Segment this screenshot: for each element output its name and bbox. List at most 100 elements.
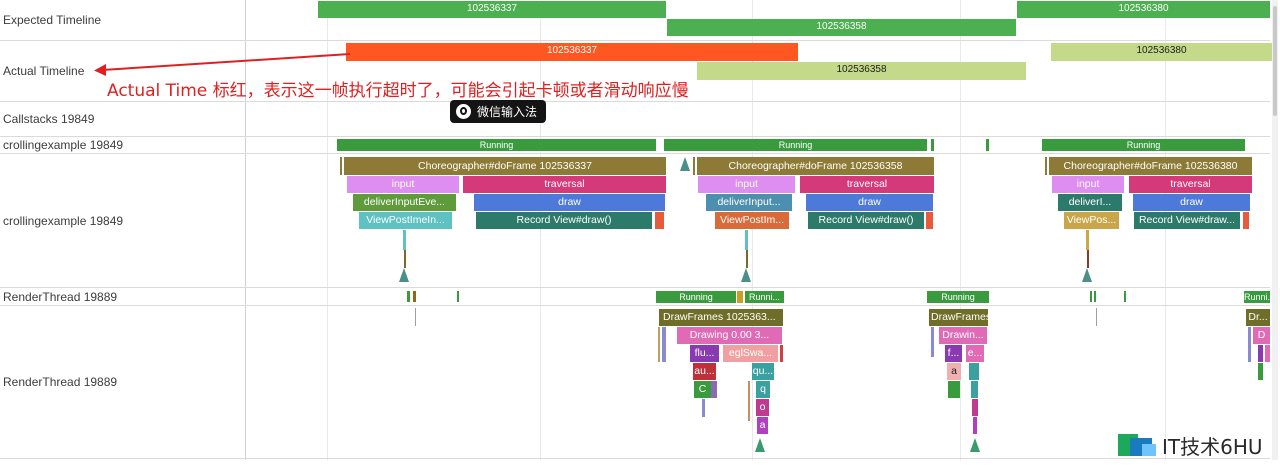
sub-slice[interactable]: au...	[693, 363, 716, 380]
thread-state-tick	[1124, 291, 1126, 302]
input-slice[interactable]: input	[1052, 176, 1124, 193]
ime-badge: 微信输入法	[450, 100, 546, 123]
track-label-expected-timeline[interactable]: Expected Timeline	[3, 13, 101, 27]
slice-stem	[403, 230, 406, 250]
ime-badge-label: 微信输入法	[477, 105, 538, 119]
thread-state-running[interactable]: Runni...	[745, 291, 784, 303]
record-view-draw-slice[interactable]: Record View#draw()	[808, 212, 924, 229]
slice-tick	[702, 399, 705, 417]
traversal-slice[interactable]: traversal	[1129, 176, 1252, 193]
sub-slice[interactable]: q	[756, 381, 770, 398]
sub-slice[interactable]: o	[756, 399, 769, 416]
annotation-text: Actual Time 标红，表示这一帧执行超时了，可能会引起卡顿或者滑动响应慢	[107, 81, 689, 101]
slice-tick	[711, 381, 717, 398]
annotation-arrow-head	[94, 64, 106, 76]
slice-tick	[1265, 345, 1270, 362]
slice-tick	[1258, 363, 1263, 380]
slice-tick	[693, 157, 695, 175]
record-view-draw-slice[interactable]: Record View#draw()	[476, 212, 652, 229]
slice-tick	[415, 308, 416, 326]
thread-state-tick	[1090, 291, 1092, 302]
track-label-main-thread[interactable]: crollingexample 19849	[3, 214, 123, 228]
expected-frame-slice[interactable]: 102536358	[667, 19, 1016, 36]
choreographer-doframe-slice[interactable]: Choreographer#doFrame 102536358	[697, 157, 934, 175]
draw-slice[interactable]: draw	[1133, 194, 1250, 211]
sub-slice[interactable]: f...	[945, 345, 962, 362]
thread-state-running[interactable]: Running	[1042, 139, 1245, 151]
actual-frame-slice[interactable]: 102536358	[697, 62, 1026, 80]
record-view-draw-slice[interactable]: Record View#draw...	[1134, 212, 1240, 229]
slice-tick	[1243, 212, 1249, 229]
expected-frame-slice[interactable]: 102536337	[318, 1, 666, 18]
grid-line	[540, 0, 541, 460]
slice-tick	[1045, 157, 1047, 175]
sub-slice[interactable]: C	[694, 381, 711, 398]
expected-frame-slice[interactable]: 102536380	[1017, 1, 1270, 18]
grid-line	[1165, 0, 1166, 460]
row-separator	[0, 287, 1270, 288]
slice-stem	[404, 250, 406, 268]
deliver-input-event-slice[interactable]: deliverInput...	[706, 194, 792, 211]
thread-state-tick	[737, 291, 743, 303]
traversal-slice[interactable]: traversal	[800, 176, 934, 193]
track-label-actual-timeline[interactable]: Actual Timeline	[3, 64, 84, 78]
slice-tick	[1258, 345, 1263, 362]
row-separator	[0, 305, 1270, 306]
draw-slice[interactable]: draw	[806, 194, 933, 211]
drawframes-slice[interactable]: Dr...	[1246, 309, 1270, 326]
track-label-render-thread-state[interactable]: RenderThread 19889	[3, 290, 117, 304]
flow-arrow-icon	[399, 268, 409, 282]
slice-stem	[1086, 230, 1089, 250]
slice-tick	[971, 381, 978, 398]
slice-tick	[948, 381, 960, 398]
drawing-slice[interactable]: D	[1253, 327, 1270, 344]
thread-state-running[interactable]: Running	[664, 139, 927, 151]
drawframes-slice[interactable]: DrawFrames	[929, 309, 988, 326]
egl-swap-buffers-slice[interactable]: eglSwa...	[723, 345, 778, 362]
view-post-ime-input-slice[interactable]: ViewPos...	[1064, 212, 1119, 229]
thread-state-running[interactable]: Running	[927, 291, 989, 303]
input-slice[interactable]: input	[347, 176, 459, 193]
thread-state-running[interactable]: Runni...	[1244, 291, 1270, 303]
slice-stem	[1087, 250, 1089, 268]
actual-frame-slice-janky[interactable]: 102536337	[346, 43, 798, 61]
choreographer-doframe-slice[interactable]: Choreographer#doFrame 102536380	[1049, 157, 1252, 175]
slice-tick	[655, 212, 664, 229]
track-label-main-thread-state[interactable]: crollingexample 19849	[3, 138, 123, 152]
thread-state-tick	[407, 291, 410, 302]
deliver-input-event-slice[interactable]: deliverI...	[1058, 194, 1122, 211]
deliver-input-event-slice[interactable]: deliverInputEve...	[353, 194, 456, 211]
watermark-text: IT技术6HU	[1162, 434, 1263, 459]
flush-slice[interactable]: flu...	[690, 345, 719, 362]
track-label-render-thread[interactable]: RenderThread 19889	[3, 375, 117, 389]
thread-state-tick	[986, 139, 989, 151]
track-label-callstacks[interactable]: Callstacks 19849	[3, 112, 94, 126]
draw-slice[interactable]: draw	[474, 194, 665, 211]
traversal-slice[interactable]: traversal	[463, 176, 666, 193]
view-post-ime-input-slice[interactable]: ViewPostIm...	[715, 212, 789, 229]
sub-slice[interactable]: a	[947, 363, 961, 380]
slice-tick	[931, 327, 934, 357]
sub-slice[interactable]: a	[757, 417, 768, 434]
queue-slice[interactable]: qu...	[752, 363, 774, 380]
drawing-slice[interactable]: Drawing 0.00 3...	[677, 327, 782, 344]
slice-tick	[1248, 327, 1251, 362]
choreographer-doframe-slice[interactable]: Choreographer#doFrame 102536337	[344, 157, 666, 175]
flow-arrow-icon	[741, 268, 751, 282]
thread-state-tick	[457, 291, 459, 302]
slice-tick	[780, 345, 783, 362]
slice-tick	[926, 212, 933, 229]
input-slice[interactable]: input	[698, 176, 795, 193]
slice-tick	[969, 363, 979, 380]
drawing-slice[interactable]: Drawin...	[939, 327, 987, 344]
view-post-ime-input-slice[interactable]: ViewPostImeIn...	[359, 212, 452, 229]
scrollbar-thumb[interactable]	[1273, 6, 1277, 116]
thread-state-running[interactable]: Running	[337, 139, 656, 151]
thread-state-running[interactable]: Running	[656, 291, 736, 303]
actual-frame-slice[interactable]: 102536380	[1051, 43, 1272, 61]
it-6hu-logo-icon	[1118, 430, 1160, 460]
drawframes-slice[interactable]: DrawFrames 1025363...	[659, 309, 783, 326]
flow-arrow-icon	[755, 438, 765, 452]
row-separator	[0, 136, 1270, 137]
sub-slice[interactable]: e...	[966, 345, 984, 362]
